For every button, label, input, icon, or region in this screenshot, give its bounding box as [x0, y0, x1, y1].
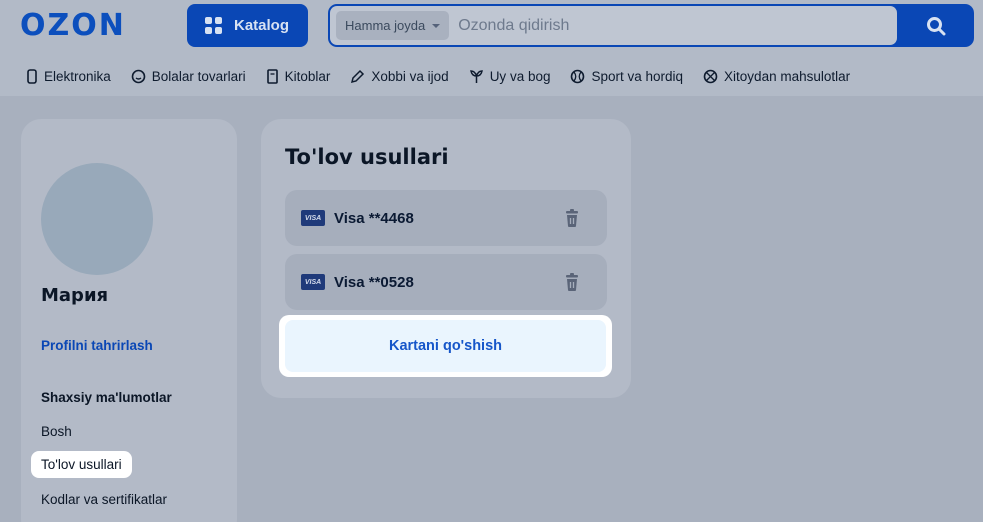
trash-icon[interactable]	[563, 272, 581, 292]
category-xobbi[interactable]: Xobbi va ijod	[350, 68, 449, 84]
sidebar-item-bosh[interactable]: Bosh	[41, 424, 72, 439]
search-scope-label: Hamma joyda	[345, 18, 426, 33]
sidebar-item-payment-methods[interactable]: To'lov usullari	[31, 451, 132, 478]
category-label: Sport va hordiq	[591, 68, 684, 84]
category-label: Kitoblar	[284, 68, 331, 84]
page: OZON Katalog Hamma joyda Ozonda qidirish…	[0, 0, 983, 522]
category-label: Elektronika	[44, 68, 111, 84]
category-label: Xitoydan mahsulotlar	[724, 68, 851, 84]
search-bar: Hamma joyda	[328, 4, 974, 47]
avatar[interactable]	[41, 163, 153, 275]
saved-card[interactable]: VISA Visa **0528	[285, 254, 607, 310]
book-icon	[266, 68, 278, 84]
category-uy-bog[interactable]: Uy va bog	[469, 68, 551, 84]
ball-icon	[571, 69, 585, 83]
category-xitoy[interactable]: Xitoydan mahsulotlar	[703, 69, 850, 84]
visa-icon: VISA	[301, 274, 325, 290]
search-input[interactable]	[458, 16, 879, 35]
category-label: Xobbi va ijod	[371, 68, 449, 84]
ozon-logo[interactable]: OZON	[20, 8, 126, 43]
trash-icon[interactable]	[563, 208, 581, 228]
page-title: To'lov usullari	[285, 145, 449, 169]
search-icon	[927, 16, 946, 35]
sidebar-item-codes-certificates[interactable]: Kodlar va sertifikatlar	[41, 492, 167, 507]
add-card-button[interactable]: Kartani qo'shish	[285, 320, 606, 372]
card-label: Visa **4468	[334, 209, 414, 227]
category-kitoblar[interactable]: Kitoblar	[266, 68, 331, 84]
category-bolalar[interactable]: Bolalar tovarlari	[131, 69, 246, 84]
section-title: Shaxsiy ma'lumotlar	[41, 390, 172, 405]
saved-card[interactable]: VISA Visa **4468	[285, 190, 607, 246]
chevron-down-icon	[432, 23, 441, 28]
header: OZON Katalog Hamma joyda Ozonda qidirish…	[0, 0, 983, 96]
category-bar: Elektronika Bolalar tovarlari Kitoblar X…	[26, 66, 870, 86]
category-label: Bolalar tovarlari	[151, 68, 246, 84]
add-card-highlight: Kartani qo'shish	[279, 315, 612, 377]
phone-icon	[27, 68, 37, 84]
category-elektronika[interactable]: Elektronika	[26, 69, 111, 84]
profile-sidebar: Мария Profilni tahrirlash Shaxsiy ma'lum…	[21, 119, 237, 522]
search-button[interactable]	[898, 4, 974, 47]
payment-methods-panel: To'lov usullari VISA Visa **4468 VISA Vi…	[261, 119, 631, 398]
search-scope-dropdown[interactable]: Hamma joyda	[336, 11, 450, 40]
category-label: Uy va bog	[489, 68, 551, 84]
catalog-label: Katalog	[234, 17, 290, 34]
card-label: Visa **0528	[334, 273, 414, 291]
globe-icon	[703, 69, 718, 83]
grid-icon	[205, 17, 222, 34]
pencil-icon	[351, 69, 365, 83]
search-field-wrap: Hamma joyda	[330, 6, 897, 45]
plant-icon	[469, 69, 483, 83]
user-name: Мария	[41, 285, 109, 306]
baby-icon	[131, 69, 146, 83]
category-sport[interactable]: Sport va hordiq	[570, 69, 683, 84]
edit-profile-link[interactable]: Profilni tahrirlash	[41, 338, 153, 353]
catalog-button[interactable]: Katalog	[187, 4, 308, 47]
visa-icon: VISA	[301, 210, 325, 226]
